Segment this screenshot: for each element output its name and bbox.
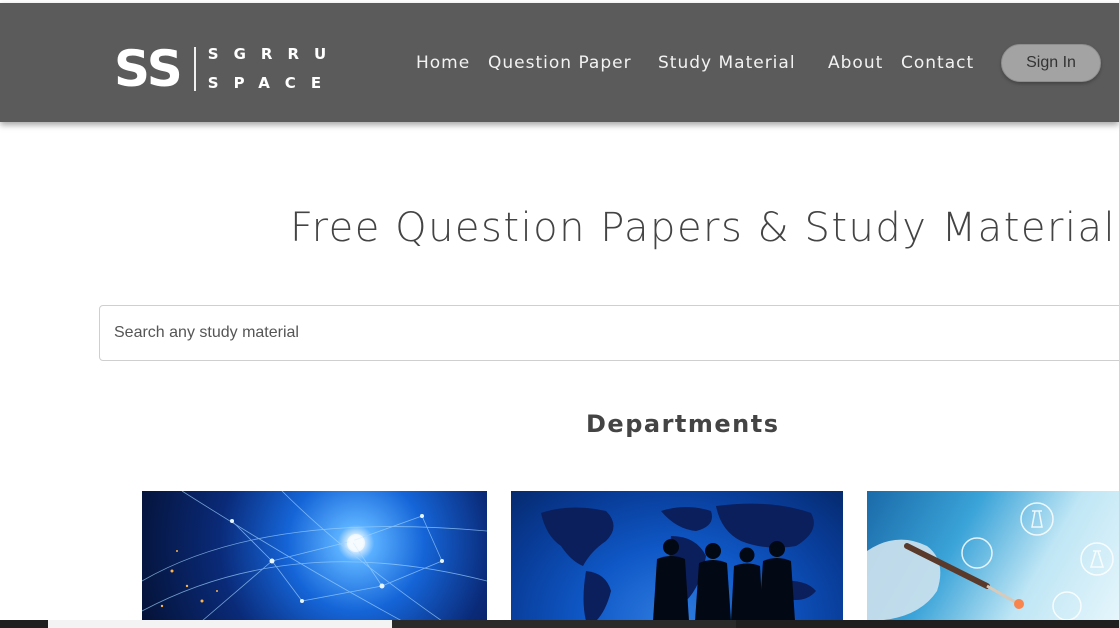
- taskbar-window-2[interactable]: [392, 620, 736, 628]
- navbar: SS SGRRU SPACE Home Question Paper Study…: [0, 3, 1119, 122]
- nav-home[interactable]: Home: [416, 53, 470, 73]
- science-lab-image: [867, 502, 1114, 621]
- nav-study-material[interactable]: Study Material: [658, 53, 796, 73]
- logo-line-1: SGRRU: [207, 45, 342, 63]
- nav-contact[interactable]: Contact: [901, 53, 974, 73]
- logo-line-2: SPACE: [207, 74, 337, 92]
- site-logo[interactable]: SS SGRRU SPACE: [114, 41, 341, 97]
- taskbar-window-1[interactable]: [48, 620, 392, 628]
- logo-mark: SS: [114, 40, 183, 98]
- department-card-3[interactable]: [867, 491, 1119, 621]
- department-card-2[interactable]: [511, 491, 843, 621]
- network-globe-image: [142, 491, 487, 621]
- logo-text: SGRRU SPACE: [208, 47, 341, 91]
- world-map-business-image: [541, 503, 816, 621]
- nav-question-paper[interactable]: Question Paper: [488, 53, 632, 73]
- search-input[interactable]: [99, 305, 1119, 361]
- departments-heading: Departments: [586, 410, 780, 438]
- page-title: Free Question Papers & Study Material: [290, 205, 1117, 251]
- sign-in-button[interactable]: Sign In: [1001, 44, 1101, 82]
- logo-divider: [193, 47, 196, 91]
- department-card-1[interactable]: [142, 491, 487, 621]
- nav-about[interactable]: About: [828, 53, 883, 73]
- taskbar: [0, 620, 1119, 628]
